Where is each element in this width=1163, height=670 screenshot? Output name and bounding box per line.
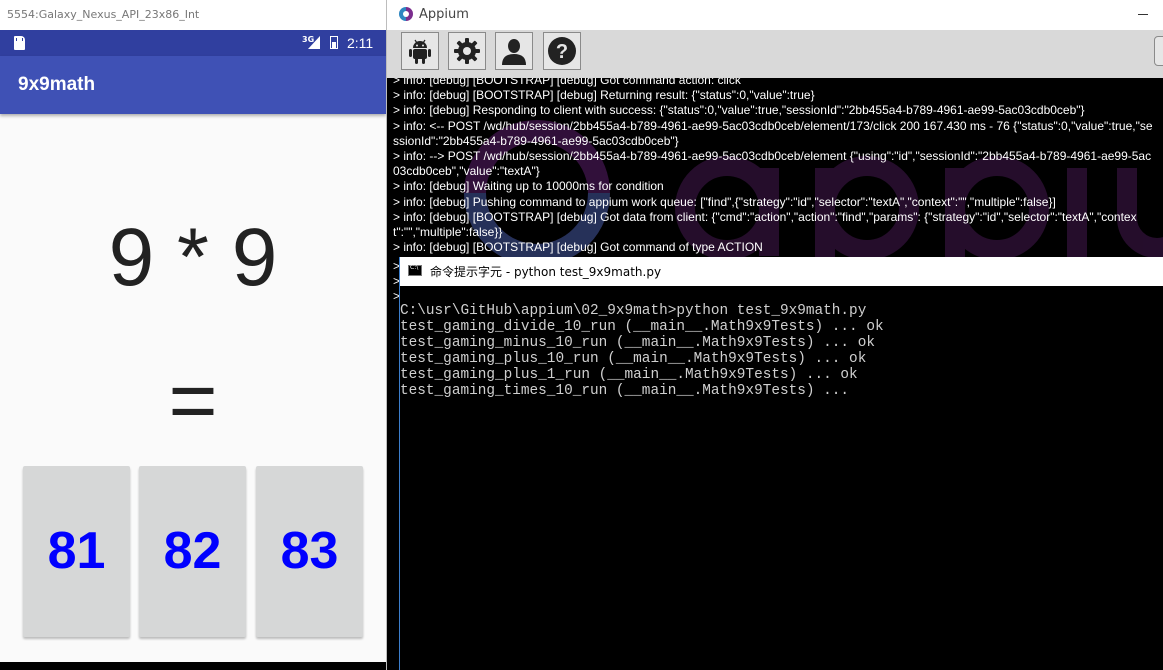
emulator-window: 5554:Galaxy_Nexus_API_23x86_Int 3G 2:11 … [0,0,387,670]
emulator-window-title: 5554:Galaxy_Nexus_API_23x86_Int [0,0,386,30]
appium-logo-icon [399,7,413,21]
answer-button-3[interactable]: 83 [256,466,363,637]
log-line: > info: [debug] Responding to client wit… [393,103,1085,118]
android-settings-button[interactable] [401,32,439,70]
log-line: > info: [debug] Waiting up to 10000ms fo… [393,179,664,194]
log-line: > info: [debug] Pushing command to appiu… [393,194,1056,209]
cmd-output-line: test_gaming_divide_10_run (__main__.Math… [400,319,884,335]
android-nav-bar [0,662,386,670]
appium-log-lines: > info: [debug] [BOOTSTRAP] [debug] Got … [393,78,1157,255]
cmd-window-title: 命令提示字元 - python test_9x9math.py [430,265,662,279]
appium-window-title: Appium [419,7,469,22]
cmd-icon [408,264,422,276]
cmd-output-line: test_gaming_plus_1_run (__main__.Math9x9… [400,367,858,383]
android-icon [409,39,431,64]
question-text: 9 * 9 [108,212,278,303]
answer-button-1[interactable]: 81 [23,466,130,637]
log-line: > info: <-- POST /wd/hub/session/2bb455a… [393,118,1153,148]
general-settings-button[interactable] [448,32,486,70]
sd-card-icon [14,36,25,50]
cmd-output-line: test_gaming_plus_10_run (__main__.Math9x… [400,351,867,367]
cmd-output-line: test_gaming_minus_10_run (__main__.Math9… [400,335,875,351]
toolbar-partial-button[interactable] [1154,36,1163,66]
log-line: > info: [debug] [BOOTSTRAP] [debug] Got … [393,240,763,255]
user-icon [502,39,526,65]
app-bar: 9x9math [0,56,386,114]
log-line: > info: --> POST /wd/hub/session/2bb455a… [393,149,1152,179]
cmd-output-line: C:\usr\GitHub\appium\02_9x9math>python t… [400,303,867,319]
android-status-bar: 3G 2:11 [0,30,386,56]
inspector-button[interactable] [495,32,533,70]
gear-icon [454,38,480,64]
cmd-title-bar: 命令提示字元 - python test_9x9math.py [400,257,1163,286]
app-title: 9x9math [18,74,96,95]
cmd-output[interactable]: C:\usr\GitHub\appium\02_9x9math>python t… [400,303,884,399]
equals-sign: = [168,353,218,447]
minimize-button[interactable] [1133,4,1153,22]
log-line: > info: [debug] [BOOTSTRAP] [debug] Got … [393,78,741,87]
log-line: > info: [debug] [BOOTSTRAP] [debug] Got … [393,209,1137,240]
cmd-window: 命令提示字元 - python test_9x9math.py C:\usr\G… [399,257,1163,670]
appium-toolbar: ? [387,30,1163,78]
svg-text:?: ? [556,41,568,63]
battery-icon [330,36,338,49]
appium-title-bar: Appium [387,0,1163,30]
help-button[interactable]: ? [543,32,581,70]
answer-button-2[interactable]: 82 [139,466,246,637]
signal-icon [308,36,320,49]
help-icon: ? [548,37,576,65]
status-clock: 2:11 [347,35,374,51]
emulator-screen: 3G 2:11 9x9math 9 * 9 = 81 82 83 [0,30,386,670]
cmd-output-line: test_gaming_times_10_run (__main__.Math9… [400,383,850,399]
log-line: > info: [debug] [BOOTSTRAP] [debug] Retu… [393,88,815,103]
